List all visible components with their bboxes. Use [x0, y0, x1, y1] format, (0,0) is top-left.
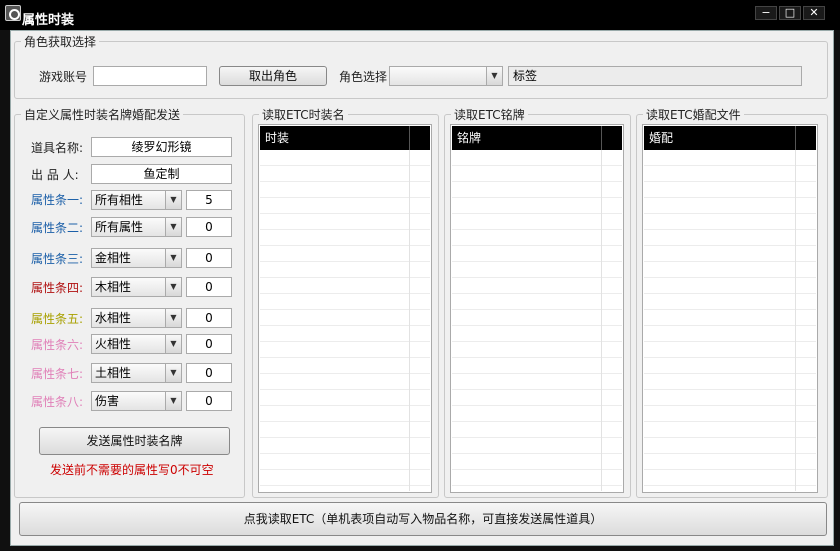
attribute-option: 木相性 [95, 280, 132, 294]
maximize-button[interactable]: □ [779, 6, 801, 20]
attribute-label: 属性条二: [31, 221, 84, 235]
attribute-label: 属性条六: [31, 338, 84, 352]
list-header-text: 铭牌 [457, 131, 482, 145]
list-column-header[interactable]: 时装 [260, 126, 430, 150]
close-button[interactable]: ✕ [803, 6, 825, 20]
chevron-down-icon[interactable]: ▼ [165, 278, 181, 296]
chevron-down-icon[interactable]: ▼ [165, 335, 181, 353]
nameplate-list[interactable]: 铭牌 [450, 124, 624, 493]
attribute-option: 土相性 [95, 366, 132, 380]
client-area: 角色获取选择 游戏账号 取出角色 角色选择 ▼ 标签 自定义属性时装名牌婚配发送… [10, 30, 834, 546]
producer-input[interactable]: 鱼定制 [91, 164, 232, 184]
role-select[interactable]: ▼ [389, 66, 503, 86]
role-panel-legend: 角色获取选择 [24, 35, 97, 49]
producer-label: 出 品 人: [31, 168, 79, 182]
custom-panel-legend: 自定义属性时装名牌婚配发送 [24, 108, 181, 122]
attribute-option: 所有属性 [95, 220, 144, 234]
chevron-down-icon[interactable]: ▼ [165, 191, 181, 209]
attribute-value-input[interactable]: 0 [186, 308, 232, 328]
attribute-value-input[interactable]: 0 [186, 363, 232, 383]
attribute-value-input[interactable]: 0 [186, 217, 232, 237]
app-window: 属性时装 − □ ✕ 角色获取选择 游戏账号 取出角色 角色选择 ▼ 标签 自定… [0, 0, 840, 551]
list-legend: 读取ETC时装名 [262, 108, 345, 122]
list-legend: 读取ETC铭牌 [454, 108, 525, 122]
attribute-label: 属性条三: [31, 252, 84, 266]
attribute-option: 火相性 [95, 337, 132, 351]
list-header-text: 婚配 [649, 131, 674, 145]
list-rows[interactable] [260, 150, 430, 491]
attribute-value-input[interactable]: 5 [186, 190, 232, 210]
title-bar[interactable]: 属性时装 − □ ✕ [0, 0, 840, 30]
attribute-value-input[interactable]: 0 [186, 277, 232, 297]
attribute-option: 所有相性 [95, 193, 144, 207]
attribute-label: 属性条八: [31, 395, 84, 409]
list-rows[interactable] [452, 150, 622, 491]
chevron-down-icon[interactable]: ▼ [165, 392, 181, 410]
attribute-select[interactable]: 水相性 ▼ [91, 308, 182, 328]
chevron-down-icon[interactable]: ▼ [486, 67, 502, 85]
list-column-header[interactable]: 铭牌 [452, 126, 622, 150]
attribute-select[interactable]: 火相性 ▼ [91, 334, 182, 354]
read-etc-button[interactable]: 点我读取ETC（单机表项自动写入物品名称，可直接发送属性道具） [19, 502, 827, 536]
attribute-option: 伤害 [95, 394, 120, 408]
attribute-value-input[interactable]: 0 [186, 334, 232, 354]
attribute-option: 金相性 [95, 251, 132, 265]
list-header-text: 时装 [265, 131, 290, 145]
tag-field: 标签 [508, 66, 802, 86]
attribute-label: 属性条四: [31, 281, 84, 295]
attribute-label: 属性条一: [31, 193, 84, 207]
chevron-down-icon[interactable]: ▼ [165, 218, 181, 236]
item-name-label: 道具名称: [31, 141, 84, 155]
item-name-input[interactable]: 绫罗幻形镜 [91, 137, 232, 157]
minimize-button[interactable]: − [755, 6, 777, 20]
attribute-select[interactable]: 金相性 ▼ [91, 248, 182, 268]
list-legend: 读取ETC婚配文件 [646, 108, 741, 122]
account-input[interactable] [93, 66, 207, 86]
marriage-list[interactable]: 婚配 [642, 124, 818, 493]
app-icon [5, 5, 21, 21]
attribute-label: 属性条五: [31, 312, 84, 326]
attribute-value-input[interactable]: 0 [186, 391, 232, 411]
attribute-label: 属性条七: [31, 367, 84, 381]
attribute-option: 水相性 [95, 311, 132, 325]
attribute-select[interactable]: 土相性 ▼ [91, 363, 182, 383]
attribute-select[interactable]: 伤害 ▼ [91, 391, 182, 411]
fetch-role-button[interactable]: 取出角色 [219, 66, 327, 86]
list-column-header[interactable]: 婚配 [644, 126, 816, 150]
send-attribute-button[interactable]: 发送属性时装名牌 [39, 427, 230, 455]
list-rows[interactable] [644, 150, 816, 491]
chevron-down-icon[interactable]: ▼ [165, 249, 181, 267]
send-note: 发送前不需要的属性写0不可空 [50, 463, 214, 477]
chevron-down-icon[interactable]: ▼ [165, 364, 181, 382]
account-label: 游戏账号 [39, 70, 88, 84]
attribute-select[interactable]: 木相性 ▼ [91, 277, 182, 297]
chevron-down-icon[interactable]: ▼ [165, 309, 181, 327]
attribute-value-input[interactable]: 0 [186, 248, 232, 268]
attribute-select[interactable]: 所有属性 ▼ [91, 217, 182, 237]
attribute-select[interactable]: 所有相性 ▼ [91, 190, 182, 210]
costume-list[interactable]: 时装 [258, 124, 432, 493]
window-title: 属性时装 [22, 13, 75, 28]
role-select-label: 角色选择 [339, 70, 388, 84]
